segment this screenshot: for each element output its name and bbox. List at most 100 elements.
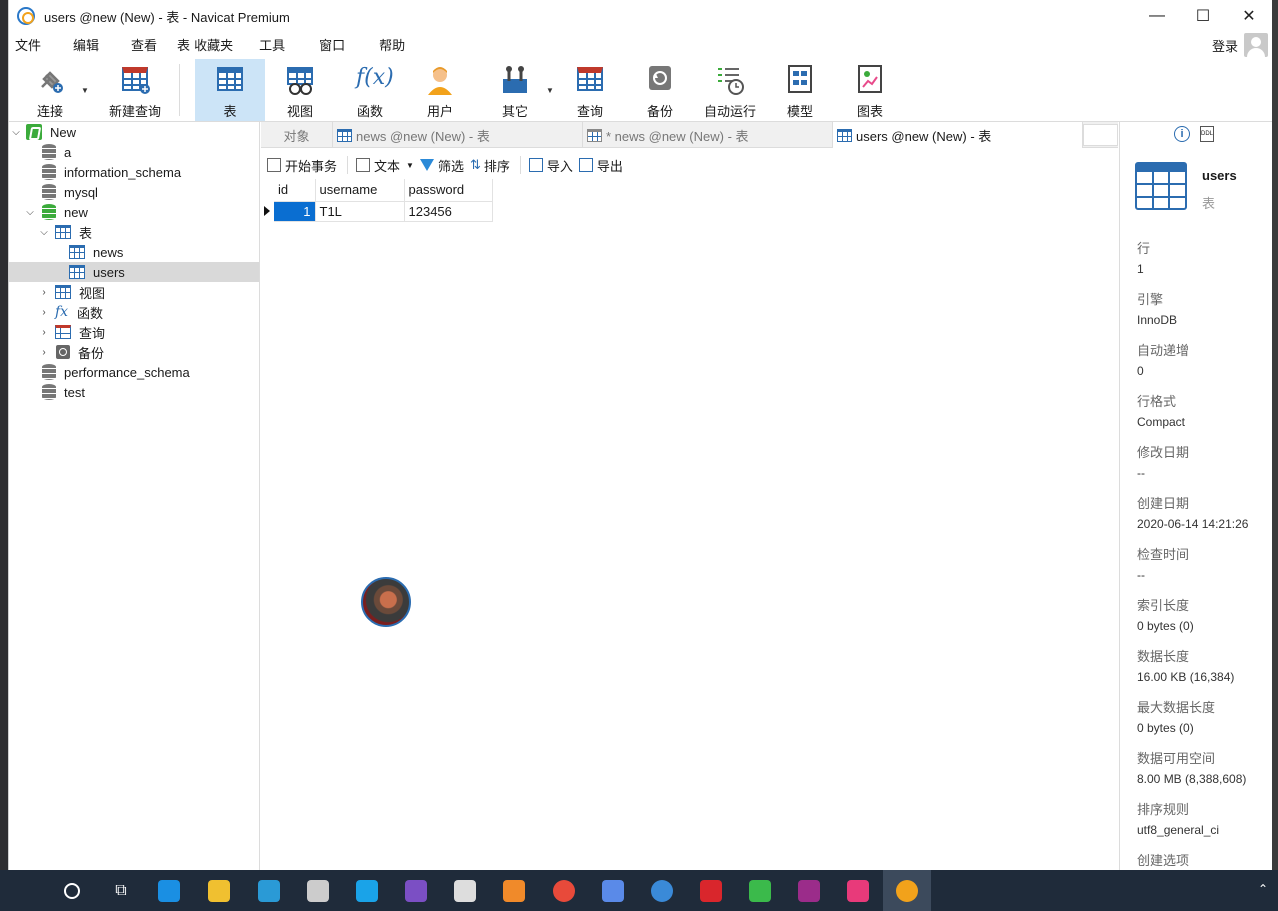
tree-db-test[interactable]: test bbox=[9, 382, 259, 402]
chevron-right-icon[interactable]: › bbox=[39, 287, 49, 298]
explorer-icon bbox=[208, 879, 230, 902]
tab-label: news @new (New) - 表 bbox=[356, 128, 490, 144]
maximize-button[interactable]: ☐ bbox=[1180, 0, 1226, 32]
tree-queries-folder[interactable]: › 查询 bbox=[9, 322, 259, 342]
begin-transaction-button[interactable]: 开始事务 bbox=[267, 156, 337, 175]
user-avatar-icon[interactable] bbox=[1244, 33, 1268, 57]
minimize-button[interactable]: — bbox=[1134, 0, 1180, 32]
column-header-id[interactable]: id bbox=[274, 179, 316, 202]
taskbar-search-button[interactable] bbox=[48, 870, 96, 911]
model-button[interactable]: 模型 bbox=[769, 59, 831, 121]
user-button[interactable]: 用户 bbox=[409, 59, 471, 121]
taskbar-netease-music-button[interactable] bbox=[687, 870, 735, 911]
taskbar-app-blue2-button[interactable] bbox=[343, 870, 391, 911]
connect-dropdown-icon[interactable]: ▼ bbox=[81, 86, 89, 95]
taskbar-app-box-button[interactable] bbox=[441, 870, 489, 911]
cell-username[interactable]: T1L bbox=[315, 201, 405, 222]
backup-label: 备份 bbox=[646, 104, 673, 119]
tree-tables-folder[interactable]: ⌵ 表 bbox=[9, 222, 259, 242]
tree-backups-folder[interactable]: › 备份 bbox=[9, 342, 259, 362]
taskbar-app-animal-button[interactable] bbox=[294, 870, 342, 911]
tree-table-users[interactable]: users bbox=[9, 262, 259, 282]
new-query-button[interactable]: 新建查询 bbox=[97, 59, 173, 121]
login-link[interactable]: 登录 bbox=[1212, 36, 1238, 55]
menu-help[interactable]: 帮助 bbox=[373, 35, 415, 54]
chevron-down-icon[interactable]: ⌵ bbox=[11, 127, 21, 138]
schedule-button[interactable]: 自动运行 bbox=[699, 59, 761, 121]
tab-news-edit[interactable]: * news @new (New) - 表 bbox=[583, 122, 833, 148]
tree-db-mysql[interactable]: mysql bbox=[9, 182, 259, 202]
chevron-down-icon[interactable]: ⌵ bbox=[39, 227, 49, 238]
taskbar-chrome-button[interactable] bbox=[540, 870, 588, 911]
taskbar-app-orange-button[interactable] bbox=[490, 870, 538, 911]
text-button[interactable]: 文本 ▼ bbox=[356, 156, 414, 175]
chevron-up-icon[interactable]: ⌃ bbox=[1258, 882, 1268, 896]
taskbar-visual-studio-button[interactable] bbox=[392, 870, 440, 911]
tree-db-a[interactable]: a bbox=[9, 142, 259, 162]
tree-connection-new[interactable]: ⌵ New bbox=[9, 122, 259, 142]
object-tree: ⌵ New a information_schema mysql ⌵ new ⌵… bbox=[9, 122, 260, 870]
chevron-right-icon[interactable]: › bbox=[39, 327, 49, 338]
tab-news[interactable]: news @new (New) - 表 bbox=[333, 122, 583, 148]
tree-db-new[interactable]: ⌵ new bbox=[9, 202, 259, 222]
menu-edit[interactable]: 编辑 bbox=[67, 35, 109, 54]
taskbar-task-view-button[interactable]: ⧉ bbox=[97, 870, 145, 911]
menu-view[interactable]: 查看 bbox=[125, 35, 167, 54]
info-property: 自动递增 0 bbox=[1137, 340, 1189, 378]
menu-favorites[interactable]: 收藏夹 bbox=[194, 35, 243, 54]
taskbar-navicat-button[interactable] bbox=[883, 870, 931, 911]
backup-button[interactable]: 备份 bbox=[629, 59, 691, 121]
column-header-username[interactable]: username bbox=[315, 179, 405, 202]
sort-button[interactable]: ⇅ 排序 bbox=[470, 156, 510, 175]
other-dropdown-icon[interactable]: ▼ bbox=[546, 86, 554, 95]
export-button[interactable]: 导出 bbox=[578, 156, 623, 175]
tab-objects[interactable]: 对象 bbox=[261, 122, 333, 148]
chart-button[interactable]: 图表 bbox=[839, 59, 901, 121]
info-property-value: 0 bbox=[1137, 364, 1144, 378]
tree-table-news[interactable]: news bbox=[9, 242, 259, 262]
tab-label: * news @new (New) - 表 bbox=[606, 128, 749, 144]
filter-button[interactable]: 筛选 bbox=[419, 156, 464, 175]
chevron-right-icon[interactable]: › bbox=[39, 307, 49, 318]
info-property-key: 自动递增 bbox=[1137, 343, 1190, 358]
tree-db-information-schema[interactable]: information_schema bbox=[9, 162, 259, 182]
query-button[interactable]: 查询 bbox=[559, 59, 621, 121]
column-header-password[interactable]: password bbox=[404, 179, 493, 202]
ddl-icon[interactable]: DDL bbox=[1200, 126, 1214, 142]
menu-tools[interactable]: 工具 bbox=[253, 35, 295, 54]
table-row[interactable]: 1 T1L 123456 bbox=[274, 201, 493, 222]
sort-icon: ⇅ bbox=[469, 157, 481, 172]
taskbar-edge-button[interactable] bbox=[145, 870, 193, 911]
menu-file[interactable]: 文件 bbox=[9, 35, 51, 54]
tree-functions-folder[interactable]: › fx 函数 bbox=[9, 302, 259, 322]
taskbar-jetbrains-button[interactable] bbox=[834, 870, 882, 911]
tree-db-performance-schema[interactable]: performance_schema bbox=[9, 362, 259, 382]
view-button[interactable]: 视图 bbox=[269, 59, 331, 121]
other-button[interactable]: 其它 bbox=[484, 59, 546, 121]
taskbar-app-blue-button[interactable] bbox=[245, 870, 293, 911]
tab-users[interactable]: users @new (New) - 表 bbox=[833, 122, 1083, 148]
close-button[interactable]: ✕ bbox=[1226, 0, 1272, 32]
info-object-name: users bbox=[1202, 168, 1237, 183]
taskbar-explorer-button[interactable] bbox=[195, 870, 243, 911]
table-button[interactable]: 表 bbox=[195, 59, 265, 121]
taskbar-app-arrow-button[interactable] bbox=[589, 870, 637, 911]
chevron-right-icon[interactable]: › bbox=[39, 347, 49, 358]
connect-button[interactable]: 连接 bbox=[27, 59, 73, 121]
chevron-down-icon[interactable]: ⌵ bbox=[25, 207, 35, 218]
function-button[interactable]: f(x) 函数 bbox=[339, 59, 401, 121]
cell-id[interactable]: 1 bbox=[274, 201, 316, 222]
taskbar-winrar-button[interactable] bbox=[785, 870, 833, 911]
tree-views-folder[interactable]: › 视图 bbox=[9, 282, 259, 302]
menu-window[interactable]: 窗口 bbox=[313, 35, 355, 54]
tab-overflow[interactable] bbox=[1083, 124, 1118, 146]
model-icon bbox=[784, 65, 816, 95]
taskbar-app-bird-button[interactable] bbox=[638, 870, 686, 911]
cell-password[interactable]: 123456 bbox=[404, 201, 493, 222]
taskbar-wechat-button[interactable] bbox=[736, 870, 784, 911]
import-button[interactable]: 导入 bbox=[528, 156, 573, 175]
floating-avatar-widget[interactable] bbox=[361, 577, 411, 627]
menu-table[interactable]: 表 bbox=[171, 35, 194, 54]
info-icon[interactable]: i bbox=[1174, 126, 1190, 142]
menu-bar: 文件 编辑 查看 表 收藏夹 工具 窗口 帮助 bbox=[9, 32, 1272, 56]
